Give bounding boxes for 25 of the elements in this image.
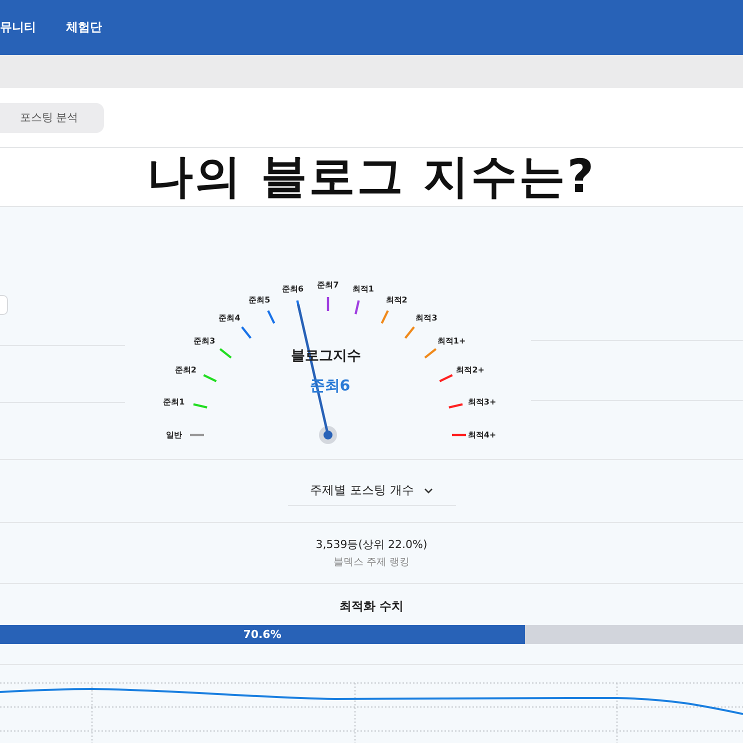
gauge-label: 최적3 — [416, 312, 438, 324]
gauge-label: 준최2 — [174, 364, 196, 376]
gauge-label: 준최3 — [194, 336, 216, 347]
topic-dropdown[interactable]: 주제별 포스팅 개수 — [288, 476, 456, 506]
chevron-icon — [424, 488, 433, 494]
nav-link[interactable]: 뮤니티 — [0, 19, 36, 36]
overlay-title: 나의 블로그 지수는? — [147, 148, 596, 205]
gauge-label: 최적1 — [352, 283, 374, 294]
ranking-value: 3,539등(상위 22.0%) — [316, 537, 428, 552]
progress-reading: 70.6% — [243, 628, 282, 641]
gauge-label: 준최4 — [218, 312, 240, 324]
gauge-label: 준최5 — [248, 294, 270, 306]
gauge-label: 준최7 — [317, 280, 339, 290]
gauge-label: 최적2+ — [456, 364, 484, 376]
gauge-label: 준최6 — [282, 283, 304, 294]
gauge-label: 준최1 — [163, 396, 185, 408]
gauge-label: 최적3+ — [468, 396, 496, 408]
nav-link[interactable]: 체험단 — [66, 19, 102, 36]
gauge-label: 최적1+ — [437, 336, 466, 347]
gauge-label: 최적4+ — [468, 430, 496, 440]
ranking-caption: 블덱스 주제 랭킹 — [333, 556, 410, 569]
gauge-label: 최적2 — [386, 294, 408, 306]
tab[interactable]: 포스팅 분석 — [0, 102, 104, 132]
gauge-label: 일반 — [166, 430, 182, 440]
optimization-title: 최적화 수치 — [338, 598, 405, 615]
